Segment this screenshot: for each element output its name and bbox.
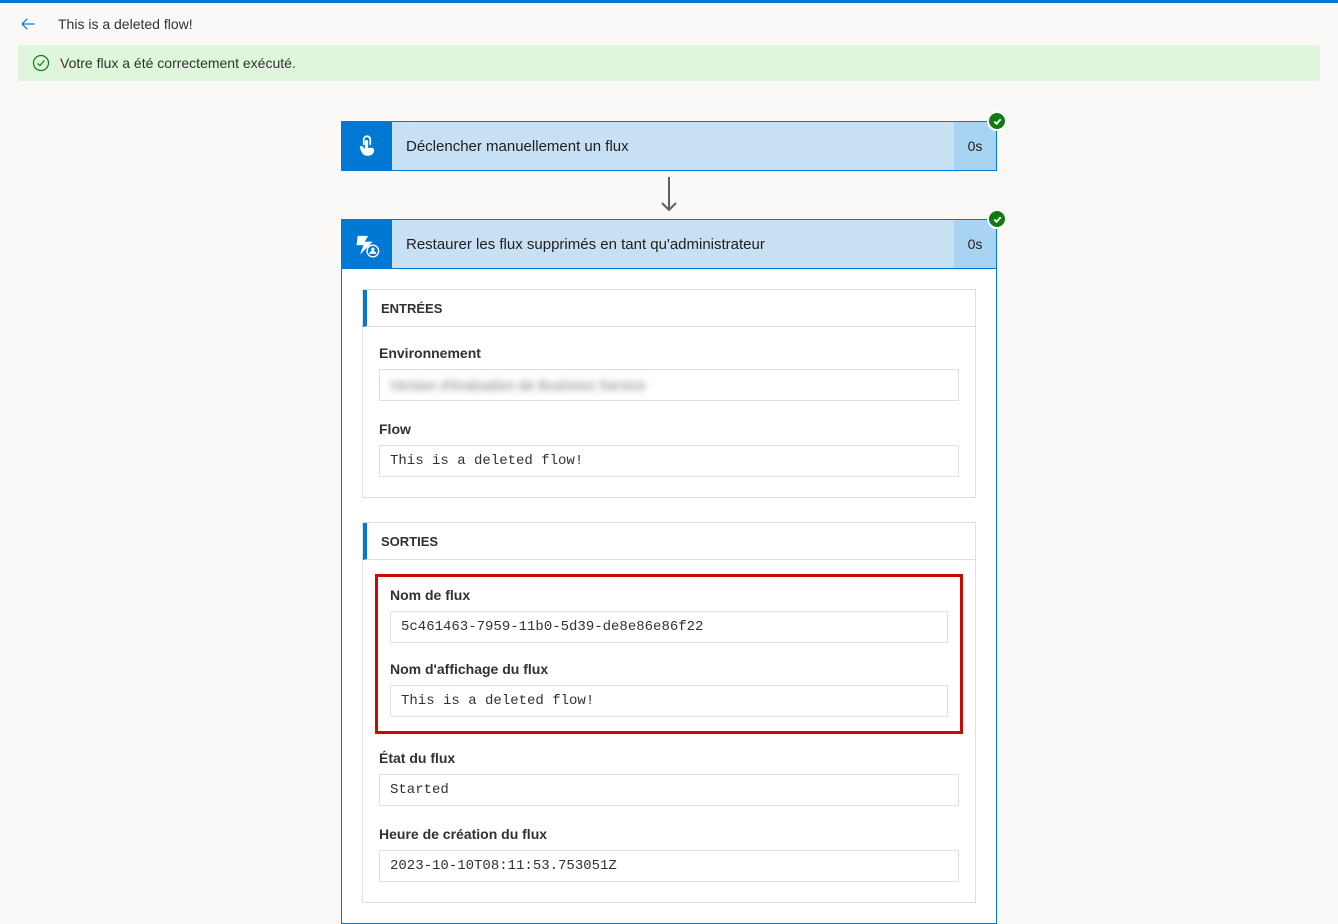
field-flow-value[interactable]: This is a deleted flow! bbox=[379, 445, 959, 477]
step-restore-body: ENTRÉES Environnement Version d'évaluati… bbox=[341, 269, 997, 924]
success-banner: Votre flux a été correctement exécuté. bbox=[18, 45, 1320, 81]
check-circle-icon bbox=[32, 54, 50, 72]
field-flow-display-name-label: Nom d'affichage du flux bbox=[390, 661, 948, 677]
field-flow-label: Flow bbox=[379, 421, 959, 437]
step-restore-icon-box bbox=[342, 220, 392, 268]
status-badge-success bbox=[987, 209, 1007, 229]
header-bar: This is a deleted flow! bbox=[0, 3, 1338, 45]
field-environment-label: Environnement bbox=[379, 345, 959, 361]
field-flow-state-label: État du flux bbox=[379, 750, 959, 766]
outputs-section-header: SORTIES bbox=[363, 523, 975, 560]
status-badge-success bbox=[987, 111, 1007, 131]
step-trigger-icon-box bbox=[342, 122, 392, 170]
arrow-connector bbox=[657, 175, 681, 215]
page-title: This is a deleted flow! bbox=[58, 16, 193, 32]
field-flow-state: État du flux Started bbox=[379, 750, 959, 806]
success-message: Votre flux a été correctement exécuté. bbox=[60, 55, 296, 71]
field-flow-name-label: Nom de flux bbox=[390, 587, 948, 603]
admin-flow-icon bbox=[353, 230, 381, 258]
arrow-down-icon bbox=[657, 175, 681, 215]
inputs-section-header: ENTRÉES bbox=[363, 290, 975, 327]
field-flow-name: Nom de flux 5c461463-7959-11b0-5d39-de8e… bbox=[390, 587, 948, 643]
field-flow-created-value[interactable]: 2023-10-10T08:11:53.753051Z bbox=[379, 850, 959, 882]
content-area: Votre flux a été correctement exécuté. D… bbox=[0, 45, 1338, 924]
field-flow-name-value[interactable]: 5c461463-7959-11b0-5d39-de8e86e86f22 bbox=[390, 611, 948, 643]
back-button[interactable] bbox=[12, 8, 44, 40]
step-trigger-duration: 0s bbox=[954, 122, 996, 170]
field-flow-display-name-value[interactable]: This is a deleted flow! bbox=[390, 685, 948, 717]
step-restore-title: Restaurer les flux supprimés en tant qu'… bbox=[392, 220, 954, 268]
field-flow-state-value[interactable]: Started bbox=[379, 774, 959, 806]
step-restore-header: Restaurer les flux supprimés en tant qu'… bbox=[341, 219, 997, 269]
field-environment-value[interactable]: Version d'évaluation de Business Service bbox=[379, 369, 959, 401]
arrow-left-icon bbox=[19, 15, 37, 33]
step-trigger[interactable]: Déclencher manuellement un flux 0s bbox=[341, 121, 997, 171]
step-restore[interactable]: Restaurer les flux supprimés en tant qu'… bbox=[341, 219, 997, 924]
check-icon bbox=[992, 214, 1003, 225]
field-flow-created: Heure de création du flux 2023-10-10T08:… bbox=[379, 826, 959, 882]
step-restore-duration: 0s bbox=[954, 220, 996, 268]
outputs-section: SORTIES Nom de flux 5c461463-7959-11b0-5… bbox=[362, 522, 976, 903]
inputs-section-content: Environnement Version d'évaluation de Bu… bbox=[363, 327, 975, 497]
field-flow: Flow This is a deleted flow! bbox=[379, 421, 959, 477]
step-trigger-title: Déclencher manuellement un flux bbox=[392, 122, 954, 170]
touch-icon bbox=[354, 133, 380, 159]
step-trigger-header: Déclencher manuellement un flux 0s bbox=[341, 121, 997, 171]
check-icon bbox=[992, 116, 1003, 127]
field-environment: Environnement Version d'évaluation de Bu… bbox=[379, 345, 959, 401]
highlight-box: Nom de flux 5c461463-7959-11b0-5d39-de8e… bbox=[375, 574, 963, 734]
field-flow-display-name: Nom d'affichage du flux This is a delete… bbox=[390, 661, 948, 717]
outputs-section-content: Nom de flux 5c461463-7959-11b0-5d39-de8e… bbox=[363, 560, 975, 902]
flow-canvas: Déclencher manuellement un flux 0s bbox=[18, 121, 1320, 924]
field-flow-created-label: Heure de création du flux bbox=[379, 826, 959, 842]
inputs-section: ENTRÉES Environnement Version d'évaluati… bbox=[362, 289, 976, 498]
